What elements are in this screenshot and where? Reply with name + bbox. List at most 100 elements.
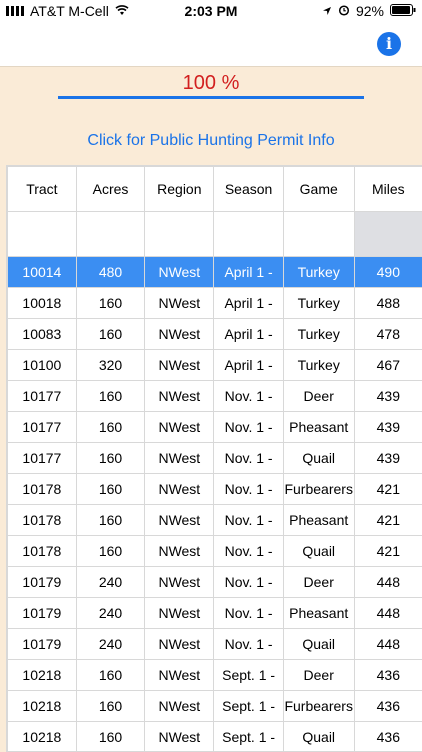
column-header-acres[interactable]: Acres — [76, 167, 145, 212]
table-cell: 10177 — [8, 381, 77, 412]
filter-cell-game[interactable] — [283, 212, 354, 257]
filter-cell-tract[interactable] — [8, 212, 77, 257]
table-cell: NWest — [145, 567, 214, 598]
table-cell: 10100 — [8, 350, 77, 381]
table-cell: 448 — [354, 567, 422, 598]
table-cell: 160 — [76, 474, 145, 505]
table-cell: April 1 - — [214, 350, 283, 381]
table-row[interactable]: 10179240NWestNov. 1 -Pheasant448 — [8, 598, 422, 629]
table-row[interactable]: 10218160NWestSept. 1 -Quail436 — [8, 722, 422, 752]
table-cell: NWest — [145, 381, 214, 412]
table-row[interactable]: 10083160NWestApril 1 -Turkey478 — [8, 319, 422, 350]
nav-bar: i — [0, 22, 422, 67]
table-cell: 436 — [354, 722, 422, 752]
table-row[interactable]: 10218160NWestSept. 1 -Furbearers436 — [8, 691, 422, 722]
table-cell: April 1 - — [214, 257, 283, 288]
table-cell: 160 — [76, 381, 145, 412]
table-row[interactable]: 10100320NWestApril 1 -Turkey467 — [8, 350, 422, 381]
table-cell: NWest — [145, 257, 214, 288]
progress-fill — [58, 96, 364, 99]
location-arrow-icon — [322, 3, 332, 19]
table-cell: Deer — [283, 660, 354, 691]
table-cell: NWest — [145, 722, 214, 752]
column-header-miles[interactable]: Miles — [354, 167, 422, 212]
filter-cell-region[interactable] — [145, 212, 214, 257]
status-right: 92% — [322, 3, 416, 19]
table-cell: 160 — [76, 443, 145, 474]
table-cell: Deer — [283, 381, 354, 412]
battery-icon — [390, 3, 416, 19]
table-cell: 10083 — [8, 319, 77, 350]
filter-cell-acres[interactable] — [76, 212, 145, 257]
table-cell: 467 — [354, 350, 422, 381]
table-cell: 478 — [354, 319, 422, 350]
table-cell: April 1 - — [214, 288, 283, 319]
filter-cell-season[interactable] — [214, 212, 283, 257]
table-row[interactable]: 10018160NWestApril 1 -Turkey488 — [8, 288, 422, 319]
alarm-icon — [338, 3, 350, 19]
table-cell: April 1 - — [214, 319, 283, 350]
table-cell: 160 — [76, 288, 145, 319]
table-cell: 490 — [354, 257, 422, 288]
table-cell: 240 — [76, 567, 145, 598]
table-cell: 160 — [76, 722, 145, 752]
table-row[interactable]: 10177160NWestNov. 1 -Deer439 — [8, 381, 422, 412]
table-row[interactable]: 10178160NWestNov. 1 -Quail421 — [8, 536, 422, 567]
column-header-season[interactable]: Season — [214, 167, 283, 212]
table-cell: Sept. 1 - — [214, 660, 283, 691]
table-cell: Nov. 1 - — [214, 474, 283, 505]
table-cell: Turkey — [283, 288, 354, 319]
table-cell: Quail — [283, 443, 354, 474]
table-cell: 160 — [76, 412, 145, 443]
table-cell: 10014 — [8, 257, 77, 288]
table-cell: 10218 — [8, 660, 77, 691]
table-cell: Turkey — [283, 257, 354, 288]
permit-info-link[interactable]: Click for Public Hunting Permit Info — [0, 132, 422, 150]
table-row[interactable]: 10177160NWestNov. 1 -Quail439 — [8, 443, 422, 474]
table-row[interactable]: 10179240NWestNov. 1 -Deer448 — [8, 567, 422, 598]
table-cell: 240 — [76, 629, 145, 660]
table-cell: 10179 — [8, 598, 77, 629]
table-cell: 10179 — [8, 567, 77, 598]
table-cell: Nov. 1 - — [214, 629, 283, 660]
table-cell: 10218 — [8, 691, 77, 722]
column-header-game[interactable]: Game — [283, 167, 354, 212]
progress-bar — [58, 96, 364, 99]
table-cell: 10178 — [8, 505, 77, 536]
table-cell: 436 — [354, 660, 422, 691]
table-cell: NWest — [145, 474, 214, 505]
table-cell: NWest — [145, 505, 214, 536]
table-cell: NWest — [145, 412, 214, 443]
table-cell: Nov. 1 - — [214, 381, 283, 412]
table-cell: 421 — [354, 474, 422, 505]
table-cell: 439 — [354, 381, 422, 412]
table-cell: 160 — [76, 660, 145, 691]
table-row[interactable]: 10178160NWestNov. 1 -Pheasant421 — [8, 505, 422, 536]
column-header-tract[interactable]: Tract — [8, 167, 77, 212]
table-cell: 439 — [354, 443, 422, 474]
table-cell: NWest — [145, 691, 214, 722]
table-row[interactable]: 10177160NWestNov. 1 -Pheasant439 — [8, 412, 422, 443]
table-row[interactable]: 10178160NWestNov. 1 -Furbearers421 — [8, 474, 422, 505]
table-cell: Nov. 1 - — [214, 412, 283, 443]
table-cell: 10178 — [8, 474, 77, 505]
table-cell: Deer — [283, 567, 354, 598]
table-row[interactable]: 10218160NWestSept. 1 -Deer436 — [8, 660, 422, 691]
column-header-region[interactable]: Region — [145, 167, 214, 212]
table-cell: Pheasant — [283, 412, 354, 443]
table-row[interactable]: 10014480NWestApril 1 -Turkey490 — [8, 257, 422, 288]
battery-percent: 92% — [356, 3, 384, 19]
table-cell: NWest — [145, 319, 214, 350]
table-cell: Turkey — [283, 350, 354, 381]
table-cell: 421 — [354, 536, 422, 567]
table-cell: 10018 — [8, 288, 77, 319]
table-cell: Nov. 1 - — [214, 536, 283, 567]
filter-cell-miles[interactable] — [354, 212, 422, 257]
table-cell: NWest — [145, 629, 214, 660]
info-button[interactable]: i — [377, 32, 401, 56]
info-icon: i — [386, 34, 392, 53]
table-cell: NWest — [145, 660, 214, 691]
hunting-tracts-table[interactable]: Tract Acres Region Season Game Miles 100… — [6, 165, 422, 752]
table-row[interactable]: 10179240NWestNov. 1 -Quail448 — [8, 629, 422, 660]
table-cell: NWest — [145, 350, 214, 381]
